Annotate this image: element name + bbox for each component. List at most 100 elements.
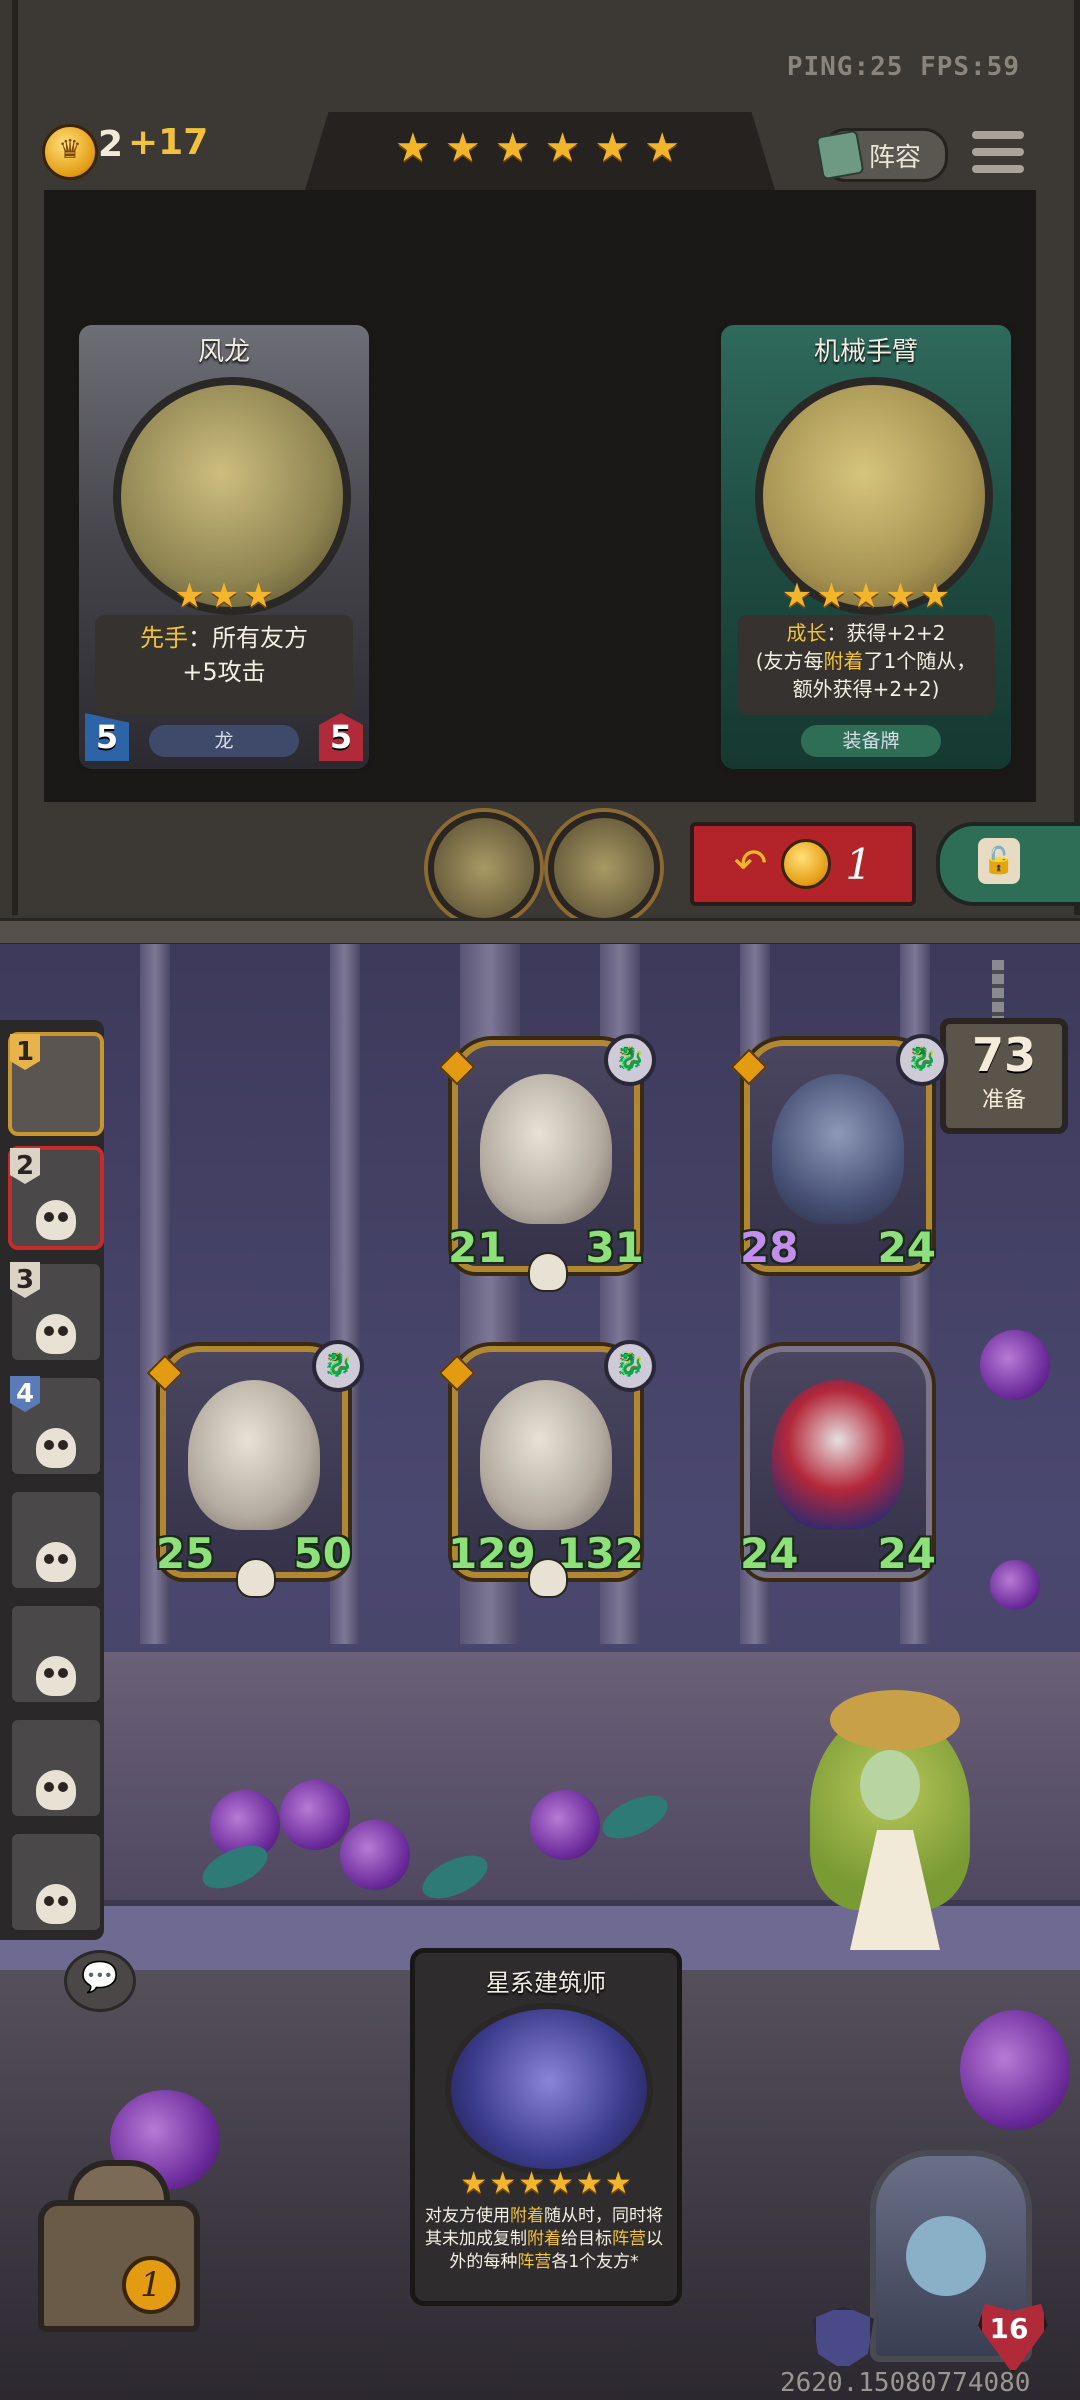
- shop-token-wood-golem[interactable]: [428, 812, 540, 924]
- shop-card-wind-dragon[interactable]: 风龙 ★ ★ ★ 先手：所有友方 +5攻击 龙 5 5: [74, 320, 374, 774]
- star-icon: ★: [395, 125, 431, 171]
- card-text-part: ：所有友方: [188, 624, 308, 652]
- skull-icon: [36, 1200, 76, 1240]
- skull-icon: [36, 1770, 76, 1810]
- refresh-button[interactable]: ↶ 1: [690, 822, 916, 906]
- rank-badge: 1: [10, 1034, 40, 1070]
- dragon-type-icon: 🐉: [604, 1340, 656, 1392]
- star-icon: ★: [885, 576, 916, 616]
- minion-health: 50: [293, 1529, 352, 1578]
- skull-icon: [36, 1542, 76, 1582]
- opponent-slot[interactable]: 1: [8, 1032, 104, 1136]
- card-text-part: ：获得+2+2: [826, 621, 946, 645]
- board-minion-egg[interactable]: 🐉 129 132: [438, 1340, 656, 1598]
- ready-counter: 73 准备: [940, 1018, 1068, 1134]
- star-icon: ★: [494, 125, 531, 171]
- board-minion-knight[interactable]: 🐉 28 24: [730, 1034, 948, 1272]
- opponent-slot[interactable]: 4: [8, 1374, 104, 1478]
- card-name: 星系建筑师: [486, 1969, 606, 1997]
- hand-card-galaxy-architect[interactable]: 星系建筑师 ★ ★ ★ ★ ★ ★ 对友方使用附着随从时，同时将其未加成复制附着…: [410, 1948, 682, 2306]
- egg-art: [480, 1074, 612, 1224]
- opponent-slot[interactable]: [8, 1830, 104, 1934]
- minion-attack: 24: [740, 1529, 799, 1578]
- star-icon: ★: [243, 576, 274, 616]
- menu-icon[interactable]: [972, 126, 1024, 178]
- rose-decoration: [960, 2010, 1070, 2130]
- gold-income: +17: [128, 122, 209, 163]
- board-minion-egg[interactable]: 🐉 21 31: [438, 1034, 656, 1292]
- keyword: 阵营: [612, 2229, 646, 2249]
- lock-shop-button[interactable]: 🔓: [936, 822, 1080, 906]
- minion-attack: 25: [156, 1529, 215, 1578]
- minion-attack: 129: [448, 1529, 536, 1578]
- star-icon: ★: [604, 2166, 632, 2201]
- skull-icon: [36, 1428, 76, 1468]
- gold-coin-icon: ♛: [42, 124, 98, 180]
- refresh-cost: 1: [845, 839, 873, 889]
- hero-face: [906, 2216, 986, 2296]
- opponent-slot[interactable]: [8, 1488, 104, 1592]
- star-icon: ★: [781, 576, 813, 616]
- star-icon: ★: [460, 2166, 488, 2201]
- board-minion-clown[interactable]: 24 24: [740, 1346, 936, 1578]
- star-icon: ★: [547, 2166, 574, 2201]
- star-icon: ★: [489, 2166, 517, 2201]
- star-icon: ★: [575, 2166, 603, 2201]
- star-icon: ★: [544, 125, 581, 171]
- rank-badge: 4: [10, 1376, 40, 1412]
- rose-decoration: [280, 1780, 350, 1850]
- witch-art: [445, 2003, 653, 2175]
- skull-icon: [528, 1252, 568, 1292]
- card-description: 先手：所有友方 +5攻击: [95, 615, 353, 715]
- gold-coin-icon: [781, 839, 832, 889]
- hero-health: 16: [989, 2312, 1029, 2345]
- egg-art: [480, 1380, 612, 1530]
- card-text-part: 各1个友方*: [551, 2252, 639, 2272]
- clown-art: [772, 1380, 904, 1530]
- opponent-slot[interactable]: [8, 1716, 104, 1820]
- skull-icon: [36, 1656, 76, 1696]
- shop-token-robot[interactable]: [548, 812, 660, 924]
- card-stars: ★ ★ ★: [79, 579, 369, 613]
- card-description: 成长：获得+2+2 (友方每附着了1个随从， 额外获得+2+2): [737, 615, 995, 715]
- hero-hat: [830, 1690, 960, 1750]
- chain: [992, 960, 1004, 1020]
- hero-face: [860, 1750, 920, 1820]
- keyword: 附着: [527, 2229, 561, 2249]
- star-icon: ★: [919, 576, 951, 616]
- dragon-type-icon: 🐉: [604, 1034, 656, 1086]
- keyword: 先手: [140, 624, 188, 652]
- shop-card-mech-arm[interactable]: 机械手臂 ★ ★ ★ ★ ★ 成长：获得+2+2 (友方每附着了1个随从， 额外…: [716, 320, 1016, 774]
- rose-decoration: [990, 1560, 1040, 1610]
- ready-count: 73: [971, 1028, 1036, 1082]
- treasure-chest[interactable]: [18, 2160, 208, 2332]
- card-name: 机械手臂: [813, 337, 918, 367]
- chat-icon[interactable]: 💬: [64, 1950, 136, 2012]
- card-stars: ★ ★ ★ ★ ★ ★: [415, 2169, 677, 2199]
- dragon-type-icon: 🐉: [896, 1034, 948, 1086]
- minion-attack: 21: [448, 1223, 507, 1272]
- skull-icon: [528, 1558, 568, 1598]
- opponent-slot[interactable]: 2: [8, 1146, 104, 1250]
- card-type-tag: 装备牌: [801, 725, 941, 757]
- star-icon: ★: [594, 125, 631, 171]
- card-text-part: 对友方使用: [425, 2206, 510, 2226]
- star-icon: ★: [850, 576, 882, 616]
- opponent-slot[interactable]: 3: [8, 1260, 104, 1364]
- card-text-part: 给目标: [561, 2229, 612, 2249]
- card-description: 对友方使用附着随从时，同时将其未加成复制附着给目标阵营以外的每种阵营各1个友方*: [423, 2205, 665, 2274]
- minion-health: 24: [877, 1223, 936, 1272]
- book-icon: [815, 129, 865, 181]
- attack-stat: 5: [85, 713, 129, 761]
- dragon-type-icon: 🐉: [312, 1340, 364, 1392]
- rose-decoration: [340, 1820, 410, 1890]
- board-minion-egg[interactable]: 🐉 25 50: [146, 1340, 364, 1598]
- minion-attack: 28: [740, 1223, 799, 1272]
- opponent-slot[interactable]: [8, 1602, 104, 1706]
- chest-body: [38, 2200, 200, 2332]
- shop-divider: [0, 918, 1080, 946]
- minion-health: 24: [877, 1529, 936, 1578]
- lineup-button[interactable]: 阵容: [815, 128, 948, 182]
- rose-decoration: [530, 1790, 600, 1860]
- minion-health: 132: [556, 1529, 644, 1578]
